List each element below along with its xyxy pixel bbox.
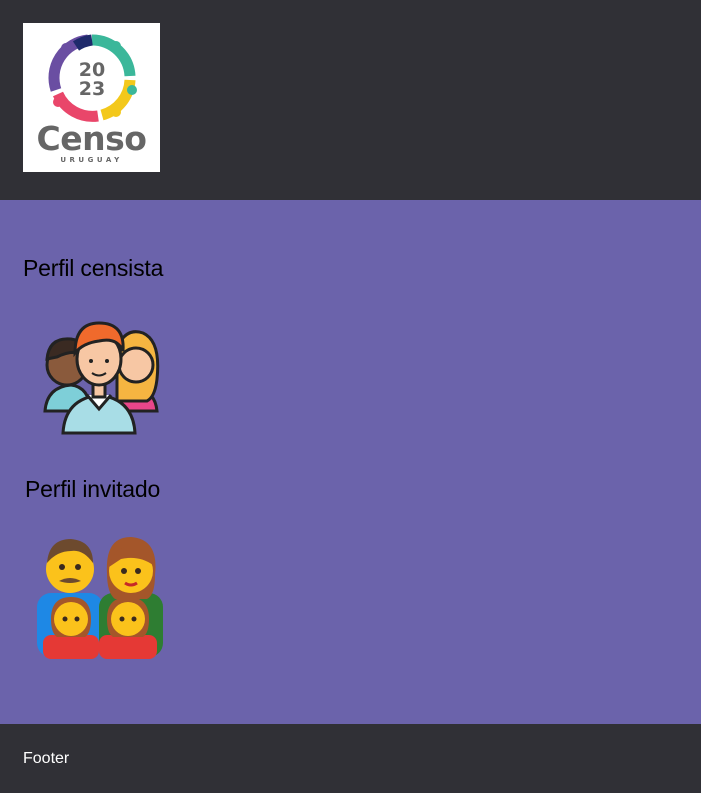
footer: Footer (0, 724, 701, 793)
logo-country: URUGUAY (60, 156, 123, 164)
censo-ring-icon: 20 23 (48, 34, 137, 122)
logo-year-bottom: 23 (78, 78, 104, 100)
censo-logo[interactable]: 20 23 Censo URUGUAY (23, 23, 160, 172)
header: 20 23 Censo URUGUAY (0, 0, 701, 200)
footer-text: Footer (23, 749, 70, 767)
logo-wordmark: Censo (36, 119, 147, 158)
family-icon[interactable] (35, 533, 165, 660)
invitado-profile-title: Perfil invitado (25, 476, 161, 502)
censista-profile-title: Perfil censista (23, 255, 164, 281)
main-content: Perfil censista Perfil invitado (0, 200, 701, 724)
page: 20 23 Censo URUGUAY Perfil censista Perf… (0, 0, 701, 793)
people-group-icon[interactable] (37, 315, 161, 435)
